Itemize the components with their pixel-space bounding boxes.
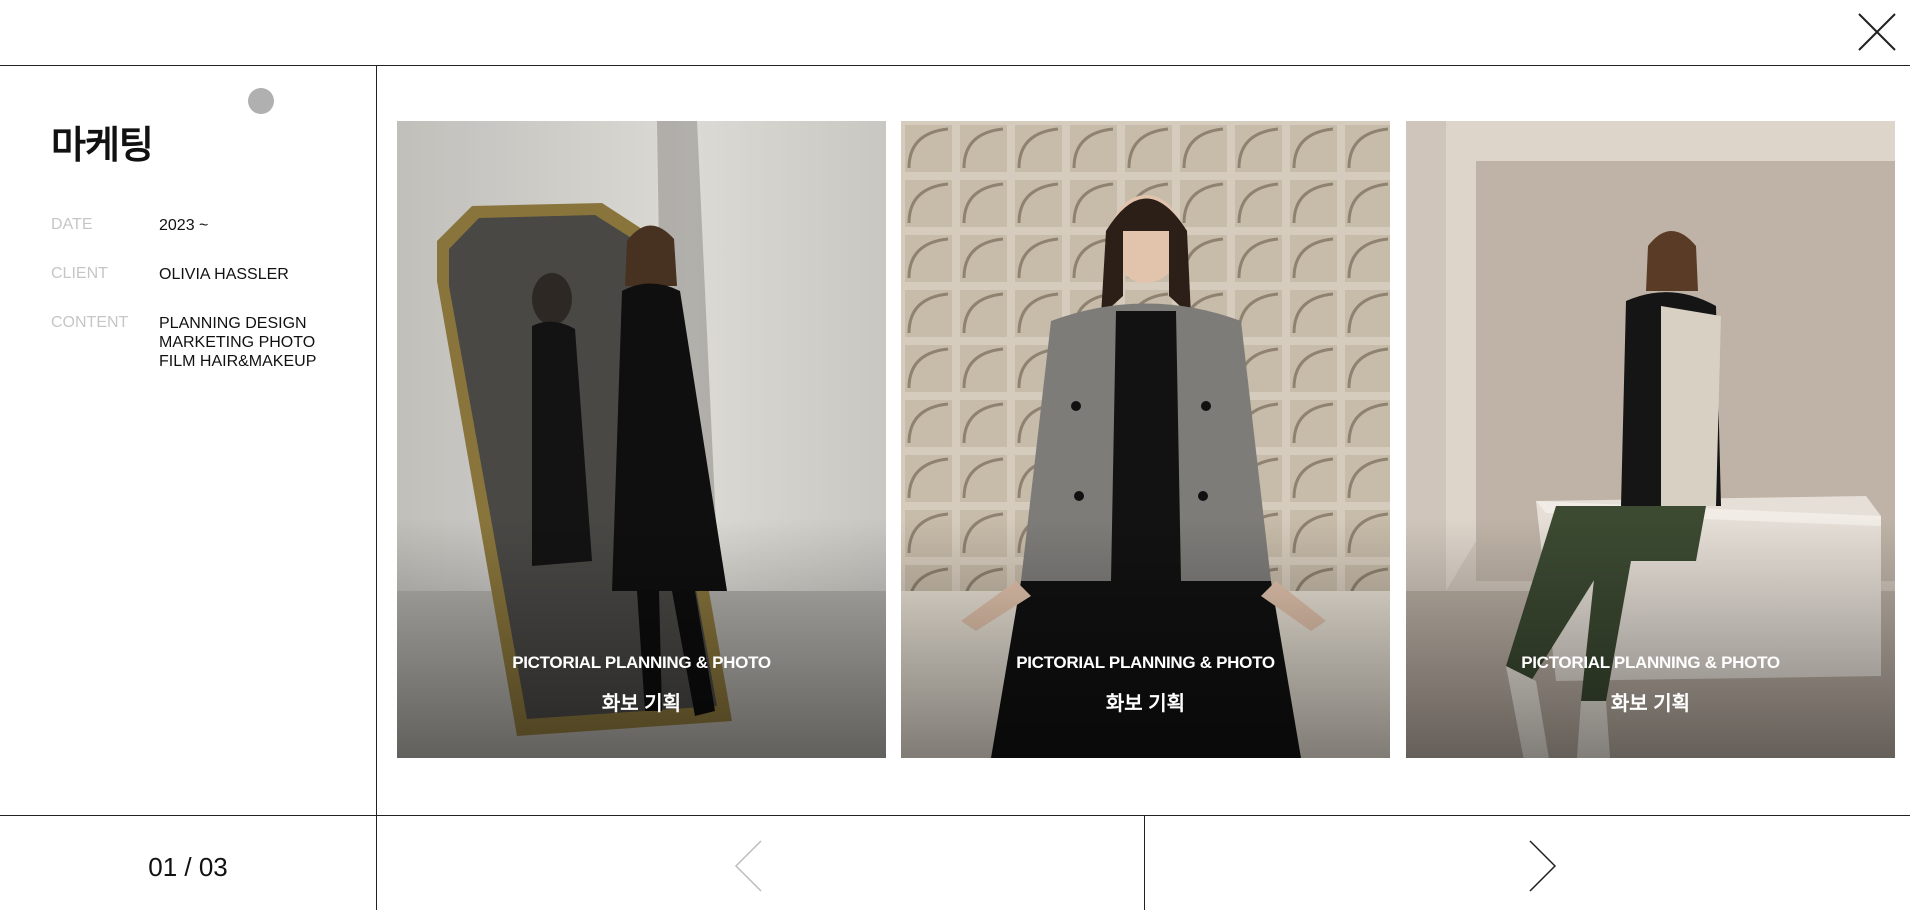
project-gallery: PICTORIAL PLANNING & PHOTO 화보 기획 PICTORI… — [397, 121, 1895, 758]
content-line: FILM HAIR&MAKEUP — [159, 353, 317, 370]
chevron-right-icon — [1529, 840, 1557, 892]
card-title: 화보 기획 — [1610, 693, 1691, 715]
card-subtitle: PICTORIAL PLANNING & PHOTO — [512, 653, 771, 672]
card-subtitle: PICTORIAL PLANNING & PHOTO — [1521, 653, 1780, 672]
date-value: 2023 ~ — [159, 217, 209, 234]
content-value: PLANNING DESIGN MARKETING PHOTO FILM HAI… — [159, 314, 351, 371]
card-title: 화보 기획 — [1105, 693, 1186, 715]
content-line: MARKETING PHOTO — [159, 334, 316, 351]
card-subtitle: PICTORIAL PLANNING & PHOTO — [1016, 653, 1275, 672]
page-counter: 01 / 03 — [148, 852, 228, 882]
gallery-card[interactable]: PICTORIAL PLANNING & PHOTO 화보 기획 — [901, 121, 1390, 758]
gallery-card[interactable]: PICTORIAL PLANNING & PHOTO 화보 기획 — [397, 121, 886, 758]
client-value: OLIVIA HASSLER — [159, 266, 289, 283]
meta-row-client: CLIENT OLIVIA HASSLER — [51, 265, 351, 284]
project-meta: DATE 2023 ~ CLIENT OLIVIA HASSLER CONTEN… — [51, 216, 351, 401]
top-bar — [0, 0, 1910, 66]
date-label: DATE — [51, 216, 93, 233]
bottom-bar: 01 / 03 — [0, 815, 1910, 910]
card-title: 화보 기획 — [601, 693, 682, 715]
content-label: CONTENT — [51, 314, 129, 331]
close-button[interactable] — [1856, 11, 1898, 53]
meta-row-date: DATE 2023 ~ — [51, 216, 351, 235]
gallery-card[interactable]: PICTORIAL PLANNING & PHOTO 화보 기획 — [1406, 121, 1895, 758]
next-button[interactable] — [1145, 816, 1910, 910]
close-icon — [1858, 13, 1896, 51]
indicator-dot — [248, 88, 274, 114]
chevron-left-icon — [734, 840, 762, 892]
card-shade — [901, 518, 1390, 758]
content-line: PLANNING DESIGN — [159, 315, 307, 332]
page-counter-cell: 01 / 03 — [0, 816, 377, 910]
page-title: 마케팅 — [51, 125, 154, 167]
card-shade — [1406, 518, 1895, 758]
meta-row-content: CONTENT PLANNING DESIGN MARKETING PHOTO … — [51, 314, 351, 371]
client-label: CLIENT — [51, 265, 108, 282]
prev-button[interactable] — [377, 816, 1145, 910]
card-shade — [397, 518, 886, 758]
project-info-sidebar: 마케팅 DATE 2023 ~ CLIENT OLIVIA HASSLER CO… — [0, 66, 377, 816]
